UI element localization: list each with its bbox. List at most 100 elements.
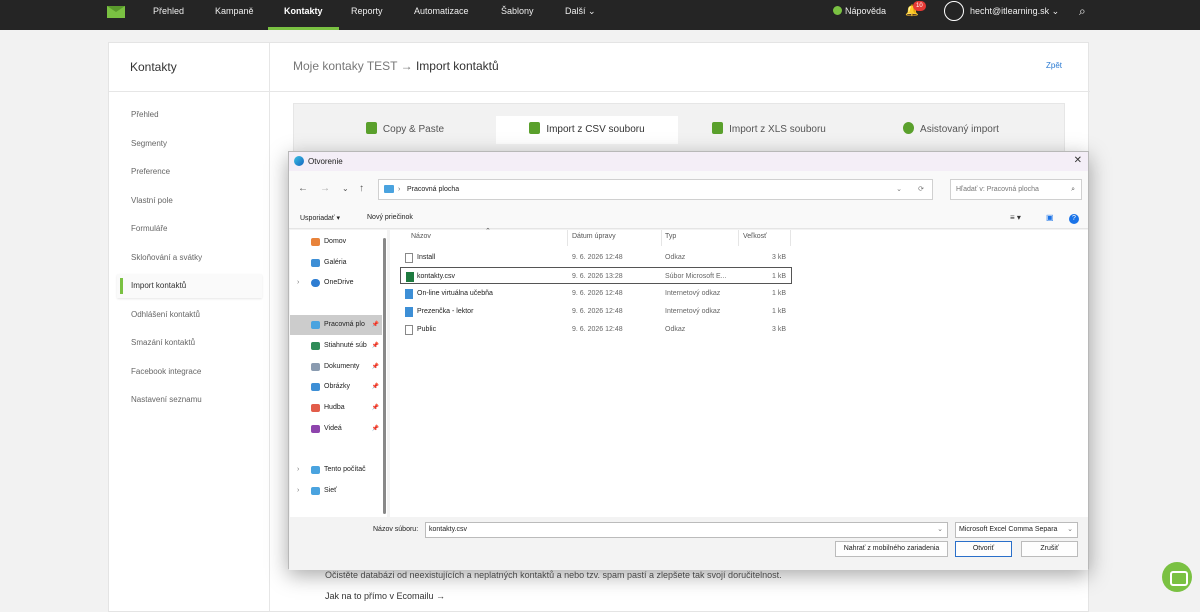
sidebar-item-facebook[interactable]: Facebook integrace bbox=[117, 360, 262, 384]
ecomail-logo-icon[interactable] bbox=[107, 6, 125, 18]
file-row[interactable]: kontakty.csv 9. 6. 2026 13:28 Súbor Micr… bbox=[400, 267, 792, 284]
column-name[interactable]: Názov bbox=[411, 233, 431, 247]
recent-chevron-icon[interactable]: ⌄ bbox=[342, 184, 349, 193]
column-type[interactable]: Typ bbox=[665, 233, 676, 247]
column-date[interactable]: Dátum úpravy bbox=[572, 233, 616, 247]
up-arrow-icon[interactable]: ↑ bbox=[359, 183, 364, 194]
tab-assisted[interactable]: Asistovaný import bbox=[860, 116, 1042, 144]
picture-icon bbox=[311, 383, 320, 391]
pin-icon: 📌 bbox=[371, 426, 379, 432]
nav-this-pc[interactable]: › Tento počítač bbox=[290, 460, 382, 480]
file-open-dialog: Otvorenie ✕ ← → ⌄ ↑ › Pracovná plocha ⌄ … bbox=[288, 151, 1089, 570]
chevron-right-icon[interactable]: › bbox=[297, 273, 299, 293]
command-bar: Usporiadať ▾ Nový priečinok ≡ ▾ ▣ ? bbox=[289, 209, 1088, 229]
nav-home[interactable]: Domov bbox=[290, 232, 382, 252]
search-icon[interactable]: ⌕ bbox=[1079, 0, 1086, 30]
new-folder-button[interactable]: Nový priečinok bbox=[367, 214, 413, 221]
pin-icon: 📌 bbox=[371, 322, 379, 328]
file-list: Názov ⌃ Dátum úpravy Typ Veľkosť Install… bbox=[390, 228, 1088, 517]
preview-pane-icon[interactable]: ▣ bbox=[1046, 213, 1054, 222]
dialog-title: Otvorenie bbox=[308, 157, 343, 166]
divider bbox=[661, 230, 662, 246]
nav-videos[interactable]: Videá 📌 bbox=[290, 419, 382, 439]
sidebar-item-segmenty[interactable]: Segmenty bbox=[117, 132, 262, 156]
chevron-right-icon[interactable]: › bbox=[297, 460, 299, 480]
file-row[interactable]: Install 9. 6. 2026 12:48 Odkaz 3 kB bbox=[400, 249, 792, 266]
path-label: Pracovná plocha bbox=[407, 186, 460, 193]
file-row[interactable]: Prezenčka - lektor 9. 6. 2026 12:48 Inte… bbox=[400, 303, 792, 320]
back-arrow-icon[interactable]: ← bbox=[298, 183, 308, 194]
sidebar-item-nastaveni[interactable]: Nastavení seznamu bbox=[117, 388, 262, 412]
sidebar-item-sklonovani[interactable]: Skloňování a svátky bbox=[117, 246, 262, 270]
shortcut-icon bbox=[405, 325, 413, 335]
upload-mobile-button[interactable]: Nahrať z mobilného zariadenia bbox=[835, 541, 948, 557]
nav-label: Hudba bbox=[324, 404, 345, 411]
sidebar-item-formulare[interactable]: Formuláře bbox=[117, 217, 262, 241]
user-menu[interactable]: hecht@itlearning.sk ⌄ bbox=[970, 0, 1059, 30]
nav-desktop[interactable]: Pracovná plo 📌 bbox=[290, 315, 382, 335]
divider bbox=[270, 91, 1090, 92]
sidebar-item-prehled[interactable]: Přehled bbox=[117, 103, 262, 127]
chevron-right-icon[interactable]: › bbox=[297, 481, 299, 501]
nav-onedrive[interactable]: › OneDrive bbox=[290, 273, 382, 293]
internet-shortcut-icon bbox=[405, 289, 413, 299]
nav-label: OneDrive bbox=[324, 279, 354, 286]
nav-downloads[interactable]: Stiahnuté súb 📌 bbox=[290, 336, 382, 356]
nav-prehled[interactable]: Přehled bbox=[153, 0, 184, 30]
back-link[interactable]: Zpět bbox=[1046, 61, 1062, 70]
view-options-icon[interactable]: ≡ ▾ bbox=[1010, 213, 1021, 222]
avatar[interactable] bbox=[944, 1, 964, 21]
chevron-down-icon[interactable]: ⌄ bbox=[937, 523, 943, 537]
filetype-select[interactable]: Microsoft Excel Comma Separa ⌄ bbox=[955, 522, 1078, 538]
nav-sablony[interactable]: Šablony bbox=[501, 0, 534, 30]
file-row[interactable]: On-line virtuálna učebňa 9. 6. 2026 12:4… bbox=[400, 285, 792, 302]
nav-pictures[interactable]: Obrázky 📌 bbox=[290, 377, 382, 397]
music-icon bbox=[311, 404, 320, 412]
open-button[interactable]: Otvoriť bbox=[955, 541, 1012, 557]
pin-icon: 📌 bbox=[371, 384, 379, 390]
nav-gallery[interactable]: Galéria bbox=[290, 253, 382, 273]
refresh-icon[interactable]: ⟳ bbox=[918, 180, 924, 199]
file-date: 9. 6. 2026 12:48 bbox=[572, 254, 623, 261]
csv-file-icon bbox=[529, 122, 541, 134]
cancel-button[interactable]: Zrušiť bbox=[1021, 541, 1078, 557]
tab-copy-paste[interactable]: Copy & Paste bbox=[314, 116, 496, 144]
file-name: kontakty.csv bbox=[417, 273, 455, 280]
nav-network[interactable]: › Sieť bbox=[290, 481, 382, 501]
sidebar-item-import[interactable]: Import kontaktů bbox=[117, 274, 262, 298]
help-icon[interactable]: ? bbox=[1069, 214, 1079, 224]
tab-csv[interactable]: Import z CSV souboru bbox=[496, 116, 678, 144]
nav-documents[interactable]: Dokumenty 📌 bbox=[290, 357, 382, 377]
file-name: On-line virtuálna učebňa bbox=[417, 290, 493, 297]
file-row[interactable]: Public 9. 6. 2026 12:48 Odkaz 3 kB bbox=[400, 321, 792, 338]
scrollbar[interactable] bbox=[383, 238, 386, 514]
nav-dalsi[interactable]: Další ⌄ bbox=[565, 0, 596, 30]
nav-kampane[interactable]: Kampaně bbox=[215, 0, 254, 30]
network-icon bbox=[311, 487, 320, 495]
nav-music[interactable]: Hudba 📌 bbox=[290, 398, 382, 418]
nav-reporty[interactable]: Reporty bbox=[351, 0, 383, 30]
help-link[interactable]: Nápověda bbox=[833, 0, 886, 30]
sidebar-item-smazani[interactable]: Smazání kontaktů bbox=[117, 331, 262, 355]
nav-automatizace[interactable]: Automatizace bbox=[414, 0, 469, 30]
close-icon[interactable]: ✕ bbox=[1074, 155, 1082, 166]
filename-input[interactable]: kontakty.csv ⌄ bbox=[425, 522, 948, 538]
search-input[interactable]: Hľadať v: Pracovná plocha ⌕ bbox=[950, 179, 1082, 200]
address-bar[interactable]: › Pracovná plocha ⌄ ⟳ bbox=[378, 179, 933, 200]
organize-button[interactable]: Usporiadať ▾ bbox=[300, 214, 340, 222]
sidebar-item-preference[interactable]: Preference bbox=[117, 160, 262, 184]
column-size[interactable]: Veľkosť bbox=[743, 233, 767, 247]
desktop-icon bbox=[311, 321, 320, 329]
tab-xls[interactable]: Import z XLS souboru bbox=[678, 116, 860, 144]
sidebar-item-odhlaseni[interactable]: Odhlášení kontaktů bbox=[117, 303, 262, 327]
chevron-down-icon[interactable]: ⌄ bbox=[896, 180, 902, 199]
page-title: Import kontaktů bbox=[415, 59, 499, 73]
breadcrumb-list[interactable]: Moje kontaky TEST bbox=[293, 59, 397, 73]
chat-icon[interactable] bbox=[1162, 562, 1192, 592]
sidebar-item-vlastni-pole[interactable]: Vlastní pole bbox=[117, 189, 262, 213]
cleanup-link[interactable]: Jak na to přímo v Ecomailu → bbox=[325, 591, 445, 601]
dialog-footer: Názov súboru: kontakty.csv ⌄ Microsoft E… bbox=[289, 517, 1088, 570]
forward-arrow-icon[interactable]: → bbox=[320, 183, 330, 194]
nav-kontakty[interactable]: Kontakty bbox=[268, 0, 338, 30]
divider bbox=[738, 230, 739, 246]
